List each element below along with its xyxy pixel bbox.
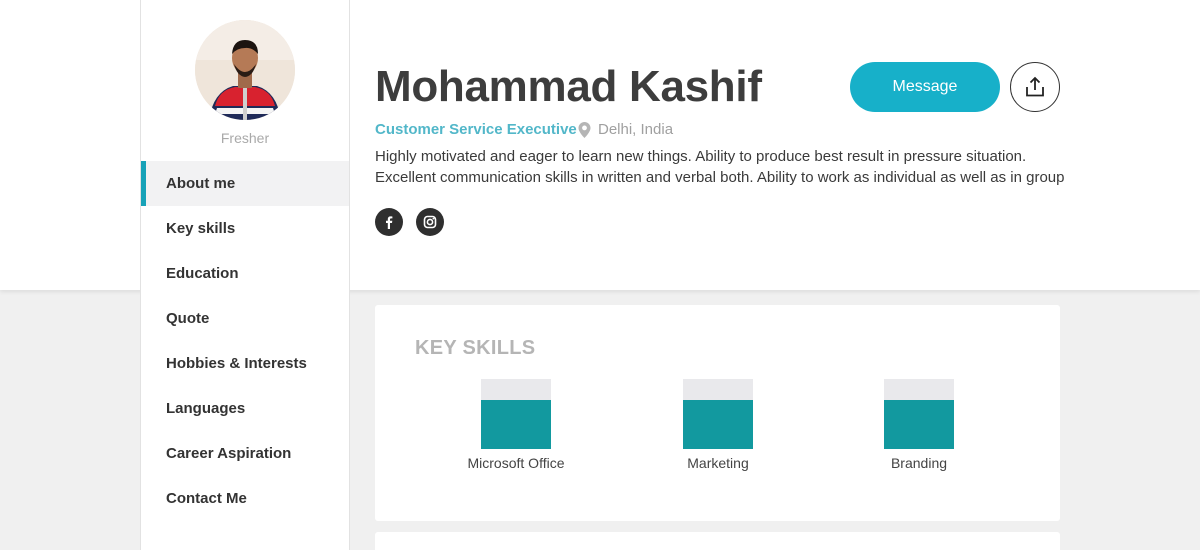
skill-name: Branding <box>890 455 948 471</box>
facebook-link[interactable] <box>375 208 403 236</box>
next-section-card <box>375 532 1060 550</box>
sidebar-item-quote[interactable]: Quote <box>141 296 349 341</box>
skill-level-fill <box>683 400 753 449</box>
skill-level-bar <box>884 379 954 449</box>
sidebar-item-key-skills[interactable]: Key skills <box>141 206 349 251</box>
skill-level-fill <box>481 400 551 449</box>
sidebar-item-hobbies[interactable]: Hobbies & Interests <box>141 341 349 386</box>
share-button[interactable] <box>1010 62 1060 112</box>
skill-name: Microsoft Office <box>467 455 565 471</box>
sidebar-item-contact-me[interactable]: Contact Me <box>141 476 349 521</box>
location: Delhi, India <box>578 121 673 138</box>
career-status: Fresher <box>220 130 270 146</box>
skill-item: Branding <box>834 379 1004 471</box>
share-icon <box>1026 76 1044 97</box>
sidebar-item-languages[interactable]: Languages <box>141 386 349 431</box>
location-pin-icon <box>578 121 591 138</box>
key-skills-title: KEY SKILLS <box>415 337 536 359</box>
skill-level-bar <box>481 379 551 449</box>
key-skills-card: KEY SKILLS Microsoft Office Marketing Br… <box>375 305 1060 521</box>
skill-level-fill <box>884 400 954 449</box>
avatar <box>195 20 295 120</box>
instagram-link[interactable] <box>416 208 444 236</box>
sidebar-item-about-me[interactable]: About me <box>141 161 349 206</box>
job-title: Customer Service Executive <box>375 121 577 138</box>
skill-item: Microsoft Office <box>431 379 601 471</box>
sidebar-nav: About me Key skills Education Quote Hobb… <box>141 161 349 521</box>
skill-item: Marketing <box>633 379 803 471</box>
skill-name: Marketing <box>687 455 749 471</box>
instagram-icon <box>423 215 437 229</box>
sidebar: Fresher About me Key skills Education Qu… <box>140 0 350 550</box>
sidebar-item-career-aspiration[interactable]: Career Aspiration <box>141 431 349 476</box>
location-text: Delhi, India <box>598 121 674 138</box>
facebook-icon <box>386 216 393 229</box>
profile-name: Mohammad Kashif <box>375 62 762 111</box>
sidebar-item-education[interactable]: Education <box>141 251 349 296</box>
skill-level-bar <box>683 379 753 449</box>
profile-bio: Highly motivated and eager to learn new … <box>375 148 1065 186</box>
message-button[interactable]: Message <box>850 62 1000 112</box>
